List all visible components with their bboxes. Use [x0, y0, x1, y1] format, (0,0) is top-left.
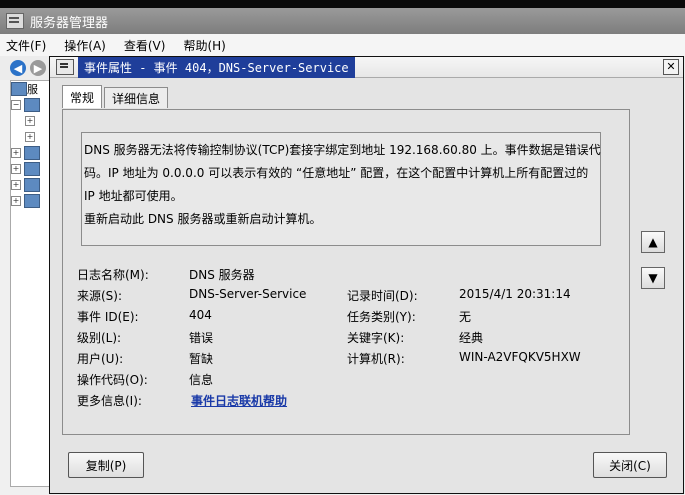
tree-item[interactable]: +	[11, 177, 49, 193]
tree-item[interactable]: −	[11, 97, 49, 113]
main-titlebar: 服务器管理器	[0, 8, 685, 34]
source-value: DNS-Server-Service	[189, 287, 307, 301]
navigation-tree: 服 − + + + + + +	[10, 80, 50, 487]
description-line: DNS 服务器无法将传输控制协议(TCP)套接字绑定到地址 192.168.60…	[84, 143, 601, 157]
general-tab-panel: DNS 服务器无法将传输控制协议(TCP)套接字绑定到地址 192.168.60…	[62, 109, 630, 435]
features-icon	[24, 146, 40, 160]
log-name-label: 日志名称(M):	[77, 268, 149, 282]
more-info-label: 更多信息(I):	[77, 394, 142, 408]
keywords-label: 关键字(K):	[347, 331, 405, 345]
event-log-online-help-link[interactable]: 事件日志联机帮助	[191, 392, 287, 409]
event-id-value: 404	[189, 308, 212, 322]
logged-value: 2015/4/1 20:31:14	[459, 287, 571, 301]
level-label: 级别(L):	[77, 331, 122, 345]
tree-item[interactable]: +	[11, 113, 49, 129]
tab-general[interactable]: 常规	[62, 85, 103, 108]
configuration-icon	[24, 178, 40, 192]
expand-icon[interactable]: +	[11, 148, 21, 158]
tree-item[interactable]: +	[11, 193, 49, 209]
menu-file[interactable]: 文件(F)	[6, 37, 46, 54]
computer-value: WIN-A2VFQKV5HXW	[459, 350, 581, 364]
log-name-value: DNS 服务器	[189, 268, 255, 282]
storage-icon	[24, 194, 40, 208]
close-button[interactable]: 关闭(C)	[593, 452, 667, 478]
event-description[interactable]: DNS 服务器无法将传输控制协议(TCP)套接字绑定到地址 192.168.60…	[81, 132, 601, 246]
event-id-label: 事件 ID(E):	[77, 310, 139, 324]
task-category-label: 任务类别(Y):	[347, 310, 416, 324]
tab-details[interactable]: 详细信息	[104, 87, 169, 108]
arrow-down-icon: ▼	[648, 271, 658, 285]
server-manager-icon	[6, 13, 24, 29]
dialog-title: 事件属性 - 事件 404，DNS-Server-Service	[78, 56, 355, 78]
copy-button[interactable]: 复制(P)	[68, 452, 144, 478]
user-label: 用户(U):	[77, 352, 124, 366]
tree-item[interactable]: +	[11, 145, 49, 161]
menu-action[interactable]: 操作(A)	[64, 37, 106, 54]
dialog-titlebar: 事件属性 - 事件 404，DNS-Server-Service ✕	[50, 56, 683, 78]
back-arrow-icon[interactable]: ◀	[10, 60, 26, 76]
opcode-label: 操作代码(O):	[77, 373, 148, 387]
user-value: 暂缺	[189, 352, 214, 366]
next-event-button[interactable]: ▼	[641, 267, 665, 289]
roles-icon	[24, 98, 40, 112]
tree-item[interactable]: +	[11, 161, 49, 177]
level-value: 错误	[189, 331, 214, 345]
menubar: 文件(F) 操作(A) 查看(V) 帮助(H)	[0, 34, 685, 56]
expand-icon[interactable]: +	[11, 196, 21, 206]
previous-event-button[interactable]: ▲	[641, 231, 665, 253]
forward-arrow-icon[interactable]: ▶	[30, 60, 46, 76]
opcode-value: 信息	[189, 373, 214, 387]
expand-icon[interactable]: +	[11, 180, 21, 190]
menu-help[interactable]: 帮助(H)	[183, 37, 225, 54]
tab-strip: 常规 详细信息	[62, 85, 170, 108]
close-icon[interactable]: ✕	[663, 59, 679, 75]
expand-icon[interactable]: +	[11, 164, 21, 174]
diagnostics-icon	[24, 162, 40, 176]
event-properties-icon	[56, 59, 74, 75]
event-properties-dialog: 事件属性 - 事件 404，DNS-Server-Service ✕ 常规 详细…	[49, 56, 684, 494]
tree-root[interactable]: 服	[11, 81, 49, 97]
main-window-title: 服务器管理器	[30, 15, 109, 31]
logged-label: 记录时间(D):	[347, 289, 418, 303]
tree-root-label: 服	[27, 83, 38, 96]
description-line: 码。IP 地址为 0.0.0.0 可以表示有效的 “任意地址” 配置，在这个配置…	[84, 166, 589, 180]
server-icon	[11, 82, 27, 96]
keywords-value: 经典	[459, 331, 484, 345]
computer-label: 计算机(R):	[347, 352, 405, 366]
description-line: IP 地址都可使用。	[84, 189, 183, 203]
expand-icon[interactable]: +	[25, 132, 35, 142]
description-line: 重新启动此 DNS 服务器或重新启动计算机。	[84, 212, 322, 226]
collapse-icon[interactable]: −	[11, 100, 21, 110]
expand-icon[interactable]: +	[25, 116, 35, 126]
arrow-up-icon: ▲	[648, 235, 658, 249]
tree-item[interactable]: +	[11, 129, 49, 145]
task-category-value: 无	[459, 310, 472, 324]
source-label: 来源(S):	[77, 289, 123, 303]
menu-view[interactable]: 查看(V)	[124, 37, 166, 54]
